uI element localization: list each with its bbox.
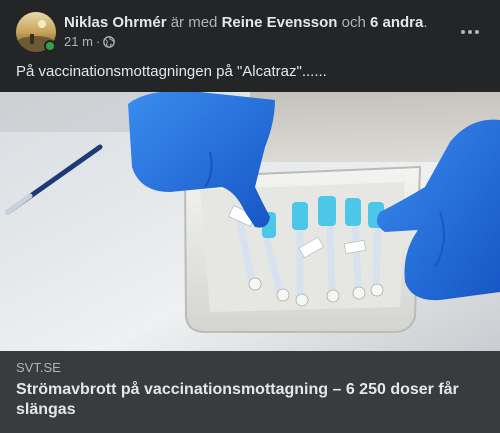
post-timestamp[interactable]: 21 m	[64, 34, 93, 50]
link-preview-card[interactable]: SVT.SE Strömavbrott på vaccinationsmotta…	[0, 351, 500, 433]
link-preview-image[interactable]	[0, 92, 500, 351]
post-header-text: Niklas Ohrmér är med Reine Evensson och …	[64, 13, 454, 50]
period-text: .	[423, 14, 428, 31]
feed-post: Niklas Ohrmér är med Reine Evensson och …	[0, 0, 500, 433]
more-options-icon[interactable]	[458, 20, 482, 44]
meta-separator: ·	[95, 34, 101, 49]
online-status-indicator	[44, 40, 56, 52]
link-domain: SVT.SE	[16, 360, 61, 375]
post-attribution: Niklas Ohrmér är med Reine Evensson och …	[64, 13, 454, 32]
post-header: Niklas Ohrmér är med Reine Evensson och …	[16, 12, 484, 52]
author-name[interactable]: Niklas Ohrmér	[64, 14, 167, 31]
tagged-person[interactable]: Reine Evensson	[222, 14, 338, 31]
link-title[interactable]: Strömavbrott på vaccinationsmottagning –…	[16, 380, 484, 420]
post-message: På vaccinationsmottagningen på "Alcatraz…	[16, 63, 327, 80]
post-meta: 21 m ·	[64, 34, 454, 50]
and-text: och	[337, 14, 370, 31]
others-link[interactable]: 6 andra	[370, 14, 423, 31]
globe-icon[interactable]	[103, 36, 116, 48]
with-text: är med	[166, 14, 222, 31]
